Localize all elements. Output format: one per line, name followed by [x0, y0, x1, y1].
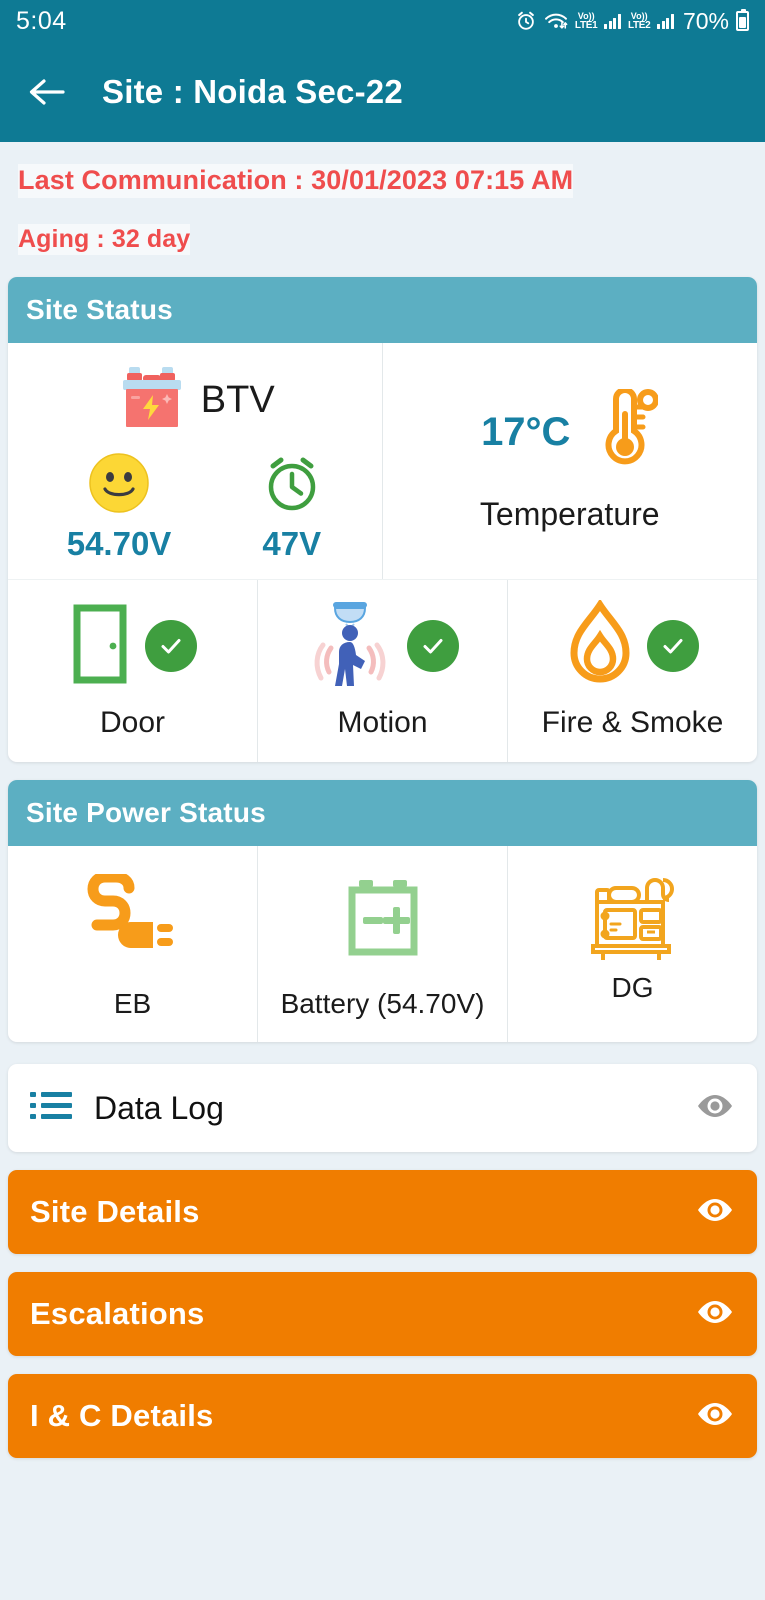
eye-icon[interactable] [695, 1196, 735, 1229]
motion-sensor-icons [307, 600, 459, 692]
sensor-label: Fire & Smoke [541, 706, 724, 739]
battery-outline-icon [337, 870, 429, 966]
power-row: EB Battery (54.70V) DG [8, 846, 757, 1042]
power-item-eb[interactable]: EB [8, 846, 257, 1042]
eye-icon[interactable] [695, 1092, 735, 1125]
power-item-dg[interactable]: DG [507, 846, 757, 1042]
power-item-label: Battery (54.70V) [280, 988, 485, 1019]
sensor-label: Door [99, 706, 166, 739]
battery-percent-label: 70% [682, 7, 729, 34]
app-bar: Site : Noida Sec-22 [0, 42, 765, 142]
sensor-fire-smoke[interactable]: Fire & Smoke [507, 580, 757, 762]
primary-voltage-value: 54.70V [66, 525, 172, 562]
list-icon [30, 1089, 72, 1128]
eye-icon[interactable] [695, 1400, 735, 1433]
btv-row: BTV [8, 363, 382, 438]
button-label: I & C Details [30, 1398, 214, 1433]
battery-icon [736, 9, 749, 31]
alarm-icon [515, 10, 537, 32]
button-label: Site Details [30, 1194, 200, 1229]
smiley-face-icon [88, 452, 150, 519]
data-log-label: Data Log [94, 1089, 224, 1126]
sensors-row: Door Motion Fire & Smoke [8, 579, 757, 762]
secondary-voltage-value: 47V [262, 525, 322, 562]
site-status-header: Site Status [8, 277, 757, 343]
fire-sensor-icons [567, 598, 699, 693]
temperature-value: 17°C [481, 410, 571, 454]
wifi-icon [544, 11, 568, 31]
check-circle-icon [144, 620, 197, 672]
button-label: Escalations [30, 1296, 205, 1331]
signal-bars-1-icon [604, 13, 621, 29]
temperature-label: Temperature [479, 496, 660, 532]
temperature-panel: 17°C Temperature [383, 343, 758, 579]
power-item-battery[interactable]: Battery (54.70V) [257, 846, 507, 1042]
sensor-label: Motion [337, 706, 428, 739]
flame-icon [567, 598, 633, 693]
status-bar: 5:04 Vo)) LTE1 Vo)) LTE2 70% [0, 0, 765, 42]
battery-btv-icon [115, 363, 189, 438]
primary-voltage-cell: 54.70V [66, 452, 172, 563]
page-title: Site : Noida Sec-22 [102, 73, 403, 110]
motion-detector-icon [307, 598, 393, 695]
data-log-row[interactable]: Data Log [8, 1064, 757, 1152]
last-communication-text: Last Communication : 30/01/2023 07:15 AM [18, 164, 574, 198]
eye-icon[interactable] [695, 1298, 735, 1331]
voltage-row: 54.70V 47V [8, 452, 382, 563]
volte-lte1-icon: Vo)) LTE1 [574, 11, 598, 31]
power-plug-icon [86, 870, 179, 966]
aging-text: Aging : 32 day [18, 223, 191, 255]
status-bar-time: 5:04 [16, 6, 67, 35]
volte1-bottom-label: LTE1 [574, 19, 598, 31]
power-item-label: EB [113, 988, 152, 1019]
battery-voltage-panel: BTV 54.70V 47V [8, 343, 383, 579]
communication-meta: Last Communication : 30/01/2023 07:15 AM… [0, 142, 765, 259]
sensor-door[interactable]: Door [8, 580, 257, 762]
door-sensor-icons [69, 600, 197, 692]
check-circle-icon [646, 620, 699, 672]
site-details-button[interactable]: Site Details [8, 1170, 757, 1254]
temperature-row: 17°C [481, 387, 660, 476]
thermometer-icon [586, 387, 660, 476]
site-power-status-header: Site Power Status [8, 780, 757, 846]
diesel-generator-icon [583, 870, 683, 966]
status-bar-icons: Vo)) LTE1 Vo)) LTE2 70% [515, 8, 749, 35]
btv-label: BTV [200, 379, 275, 421]
site-power-status-card: Site Power Status EB Battery (54.70V) DG [8, 780, 757, 1042]
site-status-top-row: BTV 54.70V 47V 17°C Temperature [8, 343, 757, 579]
power-item-label: DG [611, 972, 654, 1003]
ic-details-button[interactable]: I & C Details [8, 1374, 757, 1458]
check-circle-icon [406, 620, 459, 672]
sensor-motion[interactable]: Motion [257, 580, 507, 762]
door-icon [69, 602, 131, 691]
signal-bars-2-icon [657, 13, 674, 29]
volte2-bottom-label: LTE2 [627, 19, 651, 31]
secondary-voltage-cell: 47V [261, 452, 323, 563]
volte-lte2-icon: Vo)) LTE2 [627, 11, 651, 31]
back-arrow-icon[interactable] [24, 69, 70, 115]
escalations-button[interactable]: Escalations [8, 1272, 757, 1356]
alarm-clock-icon [261, 452, 323, 519]
site-status-card: Site Status BTV 54.70V 47V 17°C Temperat… [8, 277, 757, 762]
